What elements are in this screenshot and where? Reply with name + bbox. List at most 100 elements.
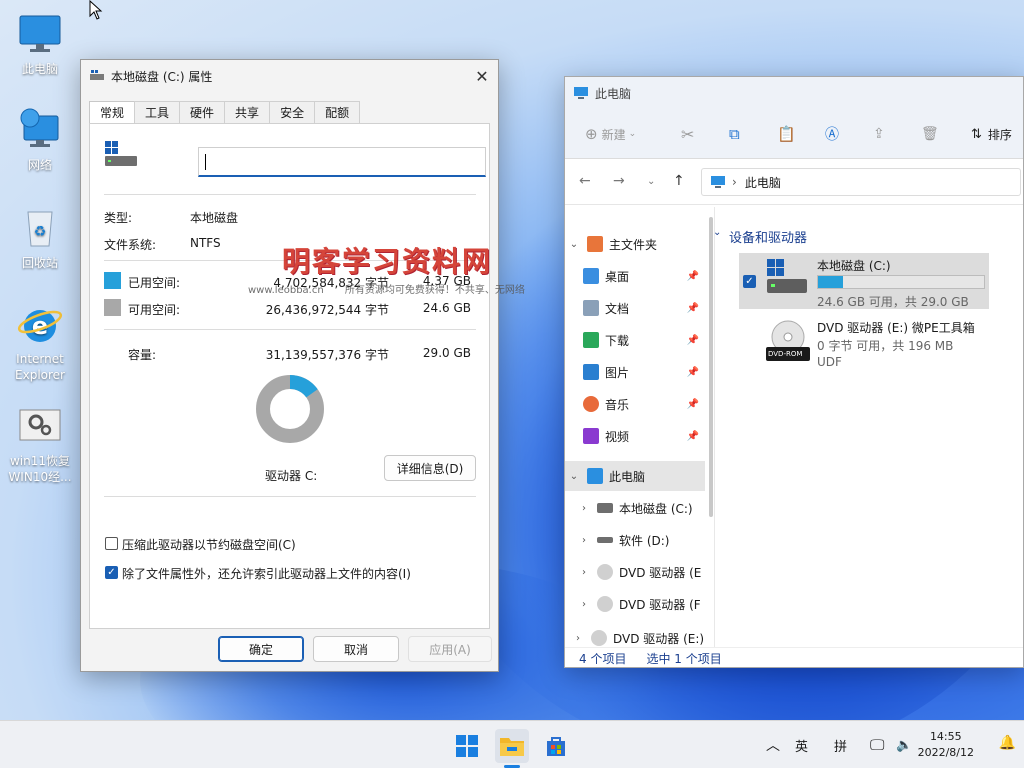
network-tray-icon[interactable]: 🖵 — [870, 721, 884, 768]
volume-icon[interactable]: 🔈 — [896, 721, 912, 768]
tab-security[interactable]: 安全 — [269, 101, 316, 124]
desktop-icon-ie[interactable]: e Internet Explorer — [5, 300, 75, 383]
ime-mode[interactable]: 拼 — [834, 721, 847, 768]
nav-item-label: 下载 — [605, 333, 630, 348]
tab-general[interactable]: 常规 — [89, 101, 136, 125]
nav-item-desktop[interactable]: 桌面 📌 — [565, 261, 705, 291]
nav-scrollbar[interactable] — [709, 217, 713, 517]
show-hidden-icons[interactable]: ︿ — [766, 721, 780, 768]
documents-icon — [583, 300, 599, 316]
rename-icon[interactable]: Ⓐ — [825, 122, 839, 146]
address-box[interactable]: › 此电脑 — [701, 168, 1021, 196]
separator — [104, 329, 476, 330]
back-icon[interactable]: ← — [579, 173, 591, 189]
pin-icon: 📌 — [686, 270, 699, 282]
cancel-button[interactable]: 取消 — [313, 636, 399, 662]
taskbar-store[interactable] — [539, 729, 573, 763]
nav-item-label: 主文件夹 — [609, 237, 658, 252]
paste-icon[interactable]: 📋 — [777, 122, 796, 146]
item-count: 4 个项目 — [579, 652, 627, 666]
store-icon — [547, 737, 565, 756]
chevron-down-icon[interactable]: ⌄ — [713, 227, 721, 238]
monitor-icon — [574, 87, 588, 99]
desktop-icon-recycle-bin[interactable]: ♻ 回收站 — [5, 204, 75, 271]
tab-quota[interactable]: 配额 — [314, 101, 361, 124]
group-header[interactable]: 设备和驱动器 — [729, 227, 807, 246]
notification-icon[interactable]: 🔔 — [999, 735, 1016, 751]
desktop-icon-label: win11恢复WIN10经... — [8, 454, 72, 484]
address-bar-row: ← → ⌄ ↑ › 此电脑 — [565, 159, 1023, 205]
tab-tools[interactable]: 工具 — [134, 101, 181, 124]
cut-icon[interactable]: ✂ — [681, 122, 694, 146]
input-language-label: 英 — [795, 739, 809, 755]
nav-item-videos[interactable]: 视频 📌 — [565, 421, 705, 451]
share-icon[interactable]: ⇪ — [873, 122, 885, 146]
nav-item-home[interactable]: ⌄ 主文件夹 — [565, 229, 705, 259]
index-label: 除了文件属性外，还允许索引此驱动器上文件的内容(I) — [122, 567, 411, 581]
folder-icon — [500, 738, 524, 756]
new-button[interactable]: ⊕ 新建 ⌄ — [585, 122, 636, 146]
file-explorer-window: 此电脑 ⊕ 新建 ⌄ ✂ ⧉ 📋 Ⓐ ⇪ 🗑 ⇅ 排序 ← → ⌄ ↑ › 此电… — [564, 76, 1024, 668]
desktop-icon-win11-shortcut[interactable]: win11恢复WIN10经... — [5, 402, 75, 485]
ok-button[interactable]: 确定 — [218, 636, 304, 662]
details-button[interactable]: 详细信息(D) — [384, 455, 476, 481]
nav-item-this-pc[interactable]: ⌄ 此电脑 — [565, 461, 705, 491]
filesystem-value: NTFS — [190, 236, 221, 250]
type-value: 本地磁盘 — [190, 211, 239, 225]
tab-sharing[interactable]: 共享 — [224, 101, 271, 124]
dialog-tabs: 常规 工具 硬件 共享 安全 配额 — [89, 101, 361, 125]
pin-icon: 📌 — [686, 334, 699, 346]
compress-checkbox[interactable] — [105, 537, 118, 550]
close-icon[interactable]: ✕ — [470, 64, 494, 88]
drive-e-name: DVD 驱动器 (E:) 微PE工具箱 — [817, 321, 975, 335]
desktop-icon-this-pc[interactable]: 此电脑 — [5, 10, 75, 77]
chevron-right-icon: › — [582, 598, 586, 610]
music-icon — [583, 396, 599, 412]
copy-icon[interactable]: ⧉ — [729, 122, 740, 146]
monitor-icon — [19, 15, 61, 52]
nav-item-dvd-f[interactable]: › DVD 驱动器 (F — [565, 589, 705, 619]
nav-item-label: DVD 驱动器 (F — [619, 597, 701, 612]
forward-icon[interactable]: → — [613, 173, 625, 189]
text-caret — [205, 154, 206, 170]
up-icon[interactable]: ↑ — [673, 173, 685, 189]
delete-icon[interactable]: 🗑 — [921, 122, 939, 146]
input-language[interactable]: 英 — [795, 721, 808, 768]
desktop-icon-label: Internet Explorer — [15, 352, 65, 382]
sort-icon: ⇅ — [971, 126, 982, 142]
nav-item-dvd-e[interactable]: › DVD 驱动器 (E — [565, 557, 705, 587]
network-icon — [20, 108, 59, 147]
monitor-icon — [587, 468, 603, 484]
drive-name-input[interactable] — [198, 147, 486, 177]
drive-tile-c[interactable]: ✓ 本地磁盘 (C:) 24.6 GB 可用，共 29.0 GB — [739, 253, 989, 309]
drive-c-name: 本地磁盘 (C:) — [817, 259, 891, 273]
pin-icon: 📌 — [686, 366, 699, 378]
nav-item-documents[interactable]: 文档 📌 — [565, 293, 705, 323]
taskbar-file-explorer[interactable] — [495, 729, 529, 763]
nav-item-downloads[interactable]: 下载 📌 — [565, 325, 705, 355]
nav-item-drive-d[interactable]: › 软件 (D:) — [565, 525, 705, 555]
nav-item-dvd-e-root[interactable]: › DVD 驱动器 (E:) — [565, 629, 705, 647]
pin-icon: 📌 — [686, 302, 699, 314]
tab-hardware[interactable]: 硬件 — [179, 101, 226, 124]
explorer-titlebar[interactable]: 此电脑 — [565, 77, 1023, 109]
nav-item-music[interactable]: 音乐 📌 — [565, 389, 705, 419]
separator — [104, 194, 476, 195]
watermark-subtitle: www.leobba.cn 所有资源均可免费获得！不共享、无网络 — [248, 281, 525, 296]
desktop-icon-network[interactable]: 网络 — [5, 106, 75, 173]
recent-chevron-icon[interactable]: ⌄ — [647, 176, 655, 187]
address-text: 此电脑 — [744, 175, 781, 190]
dialog-titlebar[interactable]: 本地磁盘 (C:) 属性 — [81, 60, 498, 92]
drive-tile-e[interactable]: DVD-ROM DVD 驱动器 (E:) 微PE工具箱 0 字节 可用，共 19… — [739, 315, 989, 371]
nav-item-drive-c[interactable]: › 本地磁盘 (C:) — [565, 493, 705, 523]
nav-item-label: 本地磁盘 (C:) — [619, 501, 693, 516]
sort-button[interactable]: ⇅ 排序 — [971, 122, 1012, 146]
watermark-url: www.leobba.cn — [248, 285, 324, 296]
index-checkbox[interactable]: ✓ — [105, 566, 118, 579]
nav-item-pictures[interactable]: 图片 📌 — [565, 357, 705, 387]
select-checkbox[interactable]: ✓ — [743, 275, 756, 288]
drive-c-usage-bar — [817, 275, 985, 289]
apply-button[interactable]: 应用(A) — [408, 636, 492, 662]
start-button[interactable] — [450, 729, 484, 763]
system-clock[interactable]: 14:55 2022/8/12 — [918, 729, 974, 761]
